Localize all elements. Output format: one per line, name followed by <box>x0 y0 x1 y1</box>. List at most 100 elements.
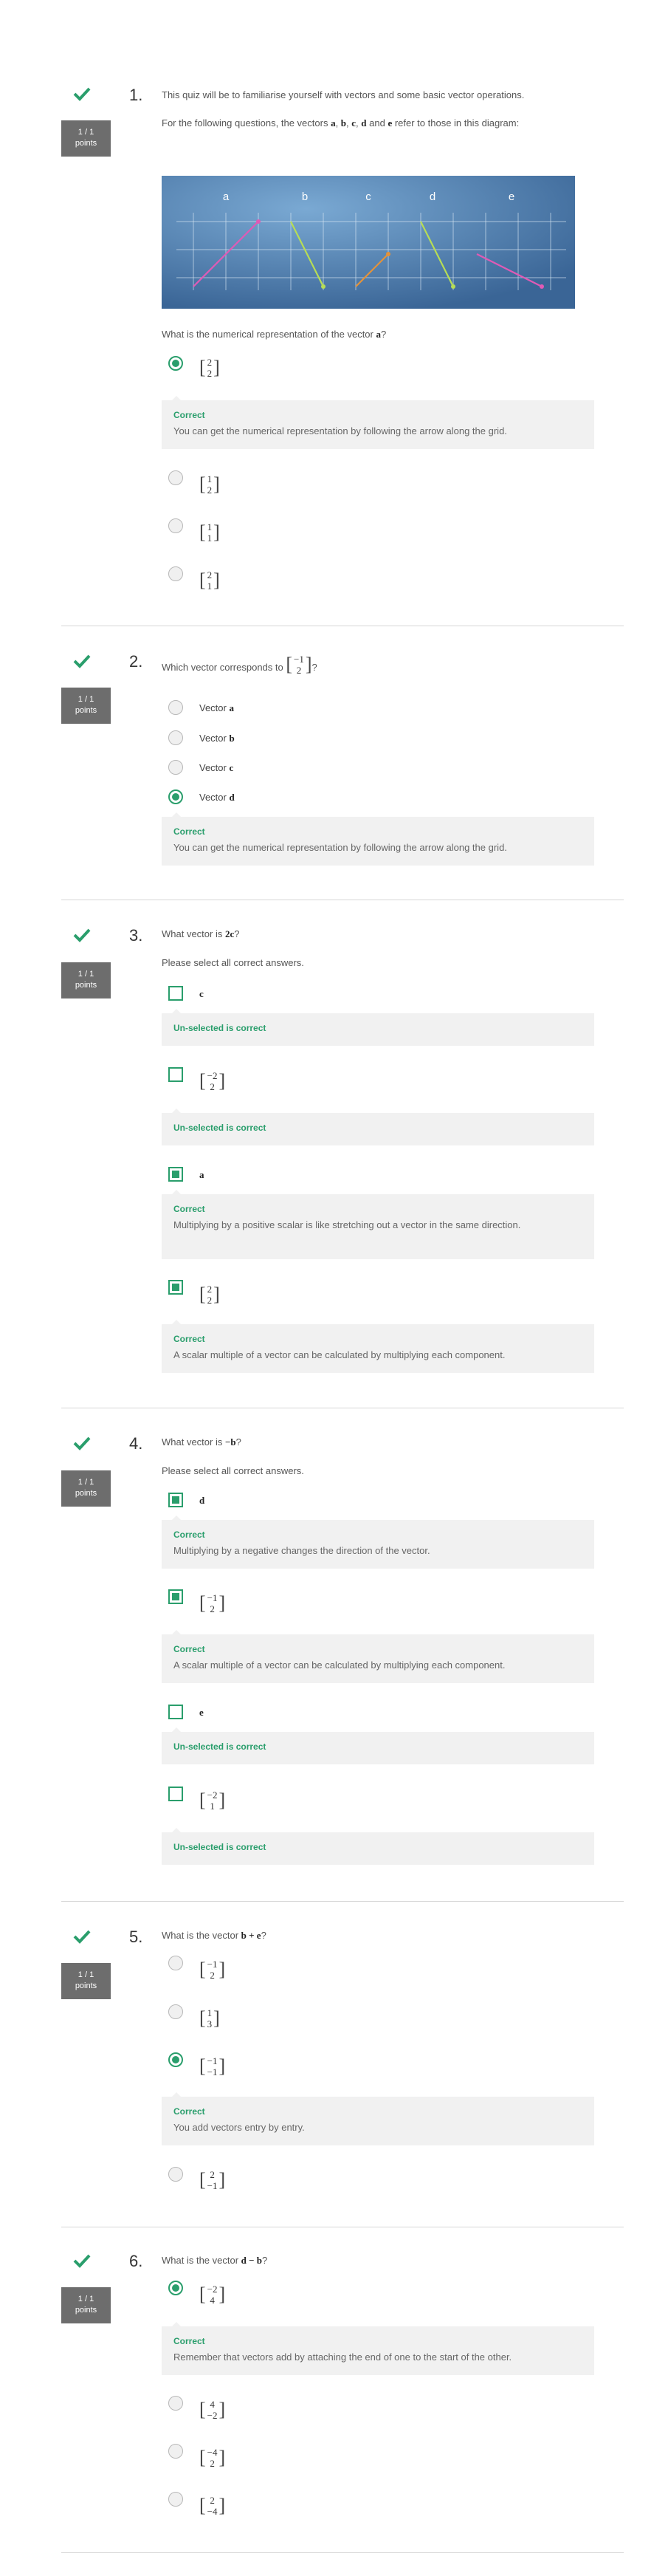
answer-option-1: Vector a <box>199 702 234 713</box>
answer-option-2: [1 2] <box>199 473 220 496</box>
feedback-box: Correct Multiplying by a negative changes… <box>162 1515 594 1569</box>
answer-radio-3[interactable] <box>168 518 183 533</box>
answer-option-1: c <box>199 988 204 999</box>
points-label: points <box>75 139 97 148</box>
answer-option-2: [−1 2] <box>199 1592 226 1614</box>
question-number: 3. <box>129 926 143 945</box>
answer-radio-4[interactable] <box>168 2167 183 2182</box>
question-number: 1. <box>129 86 143 104</box>
question-number: 6. <box>129 2252 143 2270</box>
answer-option-1: d <box>199 1495 205 1506</box>
checkmark-icon <box>73 928 91 942</box>
question-text: What is the numerical representation of … <box>162 329 387 340</box>
answer-option-1: [−1 2] <box>199 1959 226 1981</box>
checkmark-icon <box>73 87 91 101</box>
answer-radio-2[interactable] <box>168 730 183 745</box>
diagram-label-d: d <box>430 191 435 203</box>
answer-option-1: [−2 4] <box>199 2284 226 2306</box>
answer-option-4: [2 2] <box>199 1284 220 1306</box>
answer-radio-4[interactable] <box>168 2492 183 2507</box>
feedback-box: Un-selected is correct <box>162 1009 594 1046</box>
answer-option-4: [2 −4] <box>199 2495 226 2517</box>
instruction-text: Please select all correct answers. <box>162 957 304 968</box>
feedback-box: Un-selected is correct <box>162 1109 594 1145</box>
answer-checkbox-4[interactable] <box>168 1787 183 1801</box>
answer-option-2: [4 −2] <box>199 2399 226 2421</box>
answer-option-4: Vector d <box>199 792 235 803</box>
divider <box>61 1901 624 1902</box>
answer-radio-2[interactable] <box>168 470 183 485</box>
feedback-box: Un-selected is correct <box>162 1828 594 1865</box>
score-badge: 1 / 1 points <box>61 1470 111 1507</box>
answer-radio-4[interactable] <box>168 566 183 581</box>
question-text: What vector is 2c? <box>162 928 240 939</box>
answer-option-4: [2 1] <box>199 569 220 592</box>
score-badge: 1 / 1 points <box>61 120 111 157</box>
answer-option-3: e <box>199 1707 204 1718</box>
feedback-box: Correct Multiplying by a positive scalar … <box>162 1190 594 1259</box>
feedback-box: Correct You can get the numerical represe… <box>162 812 594 866</box>
answer-checkbox-4[interactable] <box>168 1280 183 1295</box>
feedback-text: You can get the numerical representation… <box>173 425 507 436</box>
feedback-box: Correct You can get the numerical represe… <box>162 396 594 449</box>
diagram-label-e: e <box>509 191 514 203</box>
answer-radio-1[interactable] <box>168 1956 183 1970</box>
answer-radio-4[interactable] <box>168 789 183 804</box>
answer-radio-1[interactable] <box>168 700 183 715</box>
answer-checkbox-1[interactable] <box>168 1493 183 1507</box>
answer-checkbox-2[interactable] <box>168 1067 183 1082</box>
answer-option-4: [2 −1] <box>199 2169 226 2191</box>
answer-checkbox-2[interactable] <box>168 1589 183 1604</box>
answer-radio-2[interactable] <box>168 2396 183 2411</box>
points-value: 1 / 1 <box>78 128 94 137</box>
answer-option-2: [1 3] <box>199 2007 220 2029</box>
answer-option-4: [−2 1] <box>199 1789 226 1812</box>
question-intro: This quiz will be to familiarise yoursel… <box>162 89 525 100</box>
feedback-title: Correct <box>173 410 205 420</box>
question-number: 2. <box>129 652 143 671</box>
question-text: What is the vector d − b? <box>162 2255 268 2266</box>
question-lead: For the following questions, the vectors… <box>162 117 520 129</box>
question-text: What is the vector b + e? <box>162 1930 266 1941</box>
answer-option-3: [−4 2] <box>199 2447 226 2469</box>
answer-radio-1[interactable] <box>168 356 183 371</box>
answer-radio-3[interactable] <box>168 2052 183 2067</box>
feedback-box: Correct You add vectors entry by entry. <box>162 2092 594 2145</box>
answer-radio-3[interactable] <box>168 2444 183 2459</box>
diagram-label-c: c <box>365 191 371 203</box>
answer-option-2: Vector b <box>199 733 235 744</box>
score-badge: 1 / 1 points <box>61 2287 111 2323</box>
answer-option-1: [2 2] <box>199 357 220 379</box>
score-badge: 1 / 1 points <box>61 1963 111 1999</box>
checkmark-icon <box>73 2254 91 2268</box>
question-number: 4. <box>129 1434 143 1453</box>
answer-option-3: [1 1] <box>199 521 220 544</box>
feedback-box: Correct A scalar multiple of a vector can… <box>162 1630 594 1683</box>
diagram-label-a: a <box>223 191 230 203</box>
answer-checkbox-1[interactable] <box>168 986 183 1001</box>
answer-option-2: [−2 2] <box>199 1070 226 1092</box>
divider <box>61 2552 624 2553</box>
feedback-box: Correct Remember that vectors add by atta… <box>162 2322 594 2375</box>
answer-radio-1[interactable] <box>168 2281 183 2295</box>
answer-radio-3[interactable] <box>168 760 183 775</box>
answer-radio-2[interactable] <box>168 2004 183 2019</box>
answer-option-3: Vector c <box>199 762 234 773</box>
answer-checkbox-3[interactable] <box>168 1705 183 1719</box>
answer-checkbox-3[interactable] <box>168 1167 183 1182</box>
answer-option-3: a <box>199 1169 204 1180</box>
instruction-text: Please select all correct answers. <box>162 1465 304 1476</box>
answer-option-3: [−1 −1] <box>199 2055 226 2077</box>
vector-diagram: a b c d e <box>162 176 575 309</box>
diagram-label-b: b <box>302 191 308 203</box>
checkmark-icon <box>73 654 91 668</box>
question-number: 5. <box>129 1928 143 1946</box>
checkmark-icon <box>73 1930 91 1944</box>
score-badge: 1 / 1 points <box>61 962 111 998</box>
checkmark-icon <box>73 1436 91 1450</box>
feedback-box: Un-selected is correct <box>162 1727 594 1764</box>
question-text: Which vector corresponds to [−1 2]? <box>162 654 317 676</box>
score-badge: 1 / 1 points <box>61 688 111 724</box>
feedback-box: Correct A scalar multiple of a vector can… <box>162 1320 594 1373</box>
question-text: What vector is −b? <box>162 1436 241 1448</box>
